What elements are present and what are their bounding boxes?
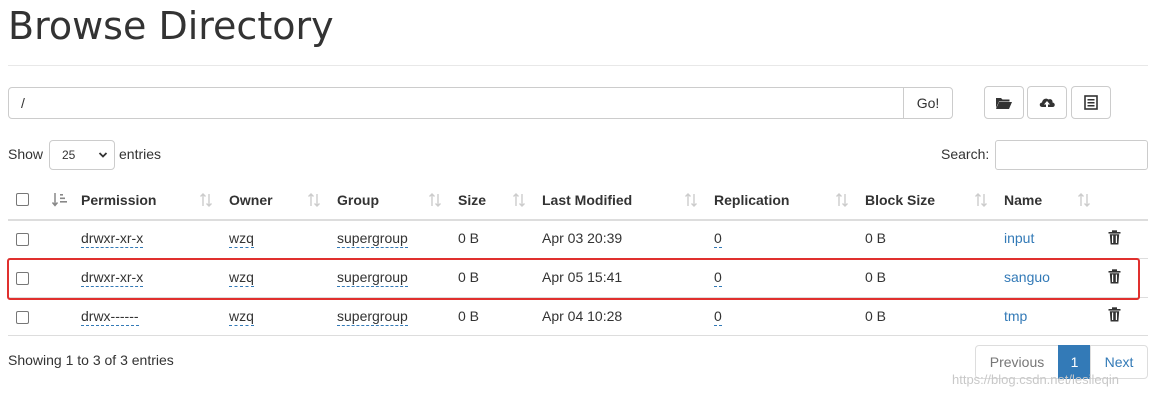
name-link[interactable]: tmp [1004,308,1027,324]
sort-icon[interactable] [1077,192,1091,208]
permission-cell[interactable]: drwx------ [81,308,139,326]
trash-icon[interactable] [1108,307,1121,322]
path-input[interactable] [8,87,904,119]
owner-cell[interactable]: wzq [229,308,254,326]
header-last-modified[interactable]: Last Modified [542,192,632,208]
upload-cloud-icon [1039,98,1055,108]
header-permission[interactable]: Permission [81,192,156,208]
size-cell: 0 B [458,230,480,246]
table-header-divider [8,219,1148,221]
header-group[interactable]: Group [337,192,379,208]
row-divider [8,335,1148,336]
trash-icon[interactable] [1108,230,1121,245]
header-block-size[interactable]: Block Size [865,192,935,208]
header-owner[interactable]: Owner [229,192,273,208]
table-info: Showing 1 to 3 of 3 entries [8,352,174,368]
search-input[interactable] [995,140,1148,170]
chevron-down-icon [98,152,108,158]
list-view-button[interactable] [1071,86,1111,119]
show-label: Show [8,146,44,162]
sort-icon[interactable] [835,192,849,208]
group-cell[interactable]: supergroup [337,230,408,248]
entries-label: entries [119,146,162,162]
replication-cell[interactable]: 0 [714,308,722,326]
owner-cell[interactable]: wzq [229,230,254,248]
sort-icon[interactable] [512,192,526,208]
title-divider [8,65,1148,66]
sort-icon[interactable] [684,192,698,208]
sort-icon[interactable] [974,192,988,208]
entries-select-value: 25 [62,148,76,162]
last-modified-cell: Apr 03 20:39 [542,230,623,246]
select-all-checkbox[interactable] [16,193,29,206]
folder-open-icon [996,97,1012,109]
block-size-cell: 0 B [865,308,887,324]
sort-icon[interactable] [199,192,213,208]
entries-per-page-select[interactable]: 25 [49,140,115,170]
search-label: Search: [941,146,990,162]
block-size-cell: 0 B [865,230,887,246]
upload-button[interactable] [1027,86,1067,119]
name-link[interactable]: input [1004,230,1034,246]
group-cell[interactable]: supergroup [337,308,408,326]
row-checkbox[interactable] [16,233,29,246]
watermark: https://blog.csdn.net/lesileqin [952,372,1119,387]
header-size[interactable]: Size [458,192,486,208]
go-button[interactable]: Go! [903,87,953,119]
sort-icon[interactable] [428,192,442,208]
header-replication[interactable]: Replication [714,192,789,208]
sort-amount-icon[interactable] [52,192,68,208]
replication-cell[interactable]: 0 [714,230,722,248]
row-highlight-box [7,258,1140,300]
list-icon [1084,95,1098,110]
last-modified-cell: Apr 04 10:28 [542,308,623,324]
row-checkbox[interactable] [16,311,29,324]
page-title: Browse Directory [8,4,334,48]
header-name[interactable]: Name [1004,192,1042,208]
create-directory-button[interactable] [984,86,1024,119]
permission-cell[interactable]: drwxr-xr-x [81,230,144,248]
sort-icon[interactable] [307,192,321,208]
size-cell: 0 B [458,308,480,324]
